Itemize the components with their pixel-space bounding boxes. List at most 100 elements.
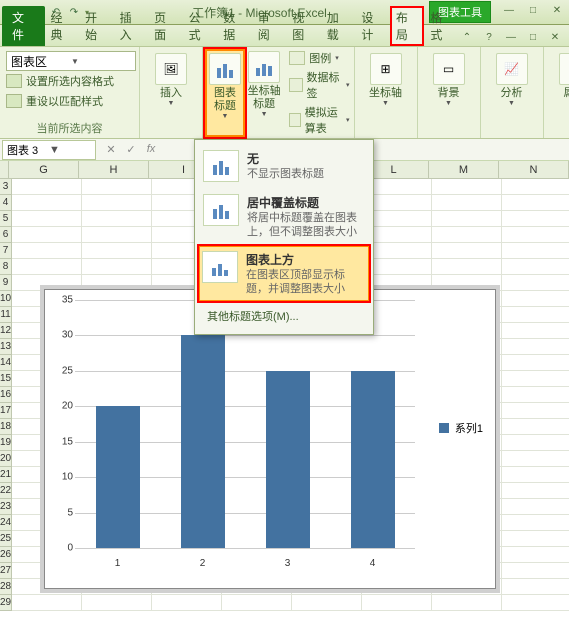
y-tick-label: 25 [62, 365, 73, 376]
column-header[interactable]: G [9, 161, 79, 178]
menu-none[interactable]: 无 不显示图表标题 [199, 144, 369, 188]
column-header[interactable]: N [499, 161, 569, 178]
bar[interactable] [96, 406, 140, 548]
plot-area[interactable] [75, 300, 415, 548]
group-analysis: 📈 分析 ▼ [481, 47, 544, 138]
row-header[interactable]: 4 [0, 195, 12, 211]
row-header[interactable]: 5 [0, 211, 12, 227]
y-tick-label: 0 [67, 543, 73, 554]
row-header[interactable]: 7 [0, 243, 12, 259]
row-header[interactable]: 10 [0, 291, 12, 307]
chevron-down-icon: ▼ [222, 113, 229, 120]
help-icon[interactable]: ? [481, 32, 497, 46]
doc-minimize-icon[interactable]: — [503, 32, 519, 46]
menu-more-options[interactable]: 其他标题选项(M)... [199, 301, 369, 330]
group-label: 当前所选内容 [6, 118, 133, 136]
row-header[interactable]: 28 [0, 579, 12, 595]
tab-format[interactable]: 格式 [424, 6, 459, 46]
row-header[interactable]: 12 [0, 323, 12, 339]
row-header[interactable]: 22 [0, 483, 12, 499]
background-icon: ▭ [433, 53, 465, 85]
data-labels-button[interactable]: 数据标签▾ [287, 68, 351, 102]
insert-button[interactable]: 🖼 插入 ▼ [146, 51, 196, 109]
chevron-down-icon: ▼ [168, 100, 175, 107]
tab-file[interactable]: 文件 [2, 6, 45, 46]
row-header[interactable]: 29 [0, 595, 12, 611]
enter-icon[interactable]: ✓ [122, 143, 140, 156]
bar[interactable] [351, 371, 395, 548]
properties-icon: ☰ [559, 53, 569, 85]
row-header[interactable]: 27 [0, 563, 12, 579]
group-background: ▭ 背景 ▼ [418, 47, 481, 138]
row-header[interactable]: 17 [0, 403, 12, 419]
tab-classic[interactable]: 经典 [45, 6, 80, 46]
row-headers: 3456789101112131415161718192021222324252… [0, 179, 12, 611]
chart-legend[interactable]: 系列1 [439, 420, 483, 436]
x-tick-label: 2 [200, 558, 206, 569]
axis-title-icon [248, 51, 280, 83]
y-tick-label: 30 [62, 330, 73, 341]
row-header[interactable]: 11 [0, 307, 12, 323]
row-header[interactable]: 25 [0, 531, 12, 547]
doc-restore-icon[interactable]: □ [525, 32, 541, 46]
row-header[interactable]: 23 [0, 499, 12, 515]
name-box[interactable]: 图表 3 ▼ [2, 140, 96, 160]
doc-close-icon[interactable]: ✕ [547, 32, 563, 46]
row-header[interactable]: 18 [0, 419, 12, 435]
bar[interactable] [181, 335, 225, 548]
analysis-button[interactable]: 📈 分析 ▼ [487, 51, 537, 109]
chart-title-button[interactable]: 图表标题 ▼ [205, 49, 245, 137]
tab-layout[interactable]: 布局 [390, 6, 425, 46]
select-all-corner[interactable] [0, 161, 9, 178]
picture-icon: 🖼 [155, 53, 187, 85]
menu-centered-overlay[interactable]: 居中覆盖标题 将居中标题覆盖在图表上，但不调整图表大小 [199, 188, 369, 246]
ribbon-minimize-icon[interactable]: ⌃ [459, 32, 475, 46]
row-header[interactable]: 13 [0, 339, 12, 355]
group-insert: 🖼 插入 ▼ [140, 47, 203, 138]
row-header[interactable]: 8 [0, 259, 12, 275]
x-tick-label: 3 [285, 558, 291, 569]
close-button[interactable]: ✕ [549, 5, 565, 19]
tab-view[interactable]: 视图 [286, 6, 321, 46]
tab-page[interactable]: 页面 [148, 6, 183, 46]
maximize-button[interactable]: □ [525, 5, 541, 19]
row-header[interactable]: 14 [0, 355, 12, 371]
column-header[interactable]: H [79, 161, 149, 178]
menu-above-chart[interactable]: 图表上方 在图表区顶部显示标题，并调整图表大小 [199, 246, 369, 302]
cancel-icon[interactable]: ✕ [102, 143, 120, 156]
chart-element-selector[interactable]: 图表区 ▼ [6, 51, 136, 71]
tab-design[interactable]: 设计 [355, 6, 390, 46]
properties-button[interactable]: ☰ 属性 [550, 51, 569, 102]
tab-formula[interactable]: 公式 [183, 6, 218, 46]
tab-insert[interactable]: 插入 [114, 6, 149, 46]
fx-icon[interactable]: fx [142, 143, 160, 156]
y-tick-label: 35 [62, 295, 73, 306]
row-header[interactable]: 9 [0, 275, 12, 291]
legend-button[interactable]: 图例▾ [287, 49, 351, 67]
axis-title-button[interactable]: 坐标轴标题 ▼ [245, 49, 283, 137]
row-header[interactable]: 21 [0, 467, 12, 483]
row-header[interactable]: 24 [0, 515, 12, 531]
format-selection-button[interactable]: 设置所选内容格式 [6, 71, 133, 91]
minimize-button[interactable]: — [501, 5, 517, 19]
reset-style-button[interactable]: 重设以匹配样式 [6, 91, 133, 111]
row-header[interactable]: 15 [0, 371, 12, 387]
data-table-button[interactable]: 模拟运算表▾ [287, 103, 351, 137]
x-tick-label: 1 [115, 558, 121, 569]
row-header[interactable]: 3 [0, 179, 12, 195]
row-header[interactable]: 26 [0, 547, 12, 563]
row-header[interactable]: 16 [0, 387, 12, 403]
background-button[interactable]: ▭ 背景 ▼ [424, 51, 474, 109]
tab-data[interactable]: 数据 [217, 6, 252, 46]
column-header[interactable]: M [429, 161, 499, 178]
row-header[interactable]: 20 [0, 451, 12, 467]
tab-review[interactable]: 审阅 [252, 6, 287, 46]
tab-addins[interactable]: 加载 [321, 6, 356, 46]
axes-button[interactable]: ⊞ 坐标轴 ▼ [361, 51, 411, 109]
legend-swatch [439, 423, 449, 433]
y-tick-label: 20 [62, 401, 73, 412]
row-header[interactable]: 6 [0, 227, 12, 243]
bar[interactable] [266, 371, 310, 548]
tab-home[interactable]: 开始 [79, 6, 114, 46]
row-header[interactable]: 19 [0, 435, 12, 451]
